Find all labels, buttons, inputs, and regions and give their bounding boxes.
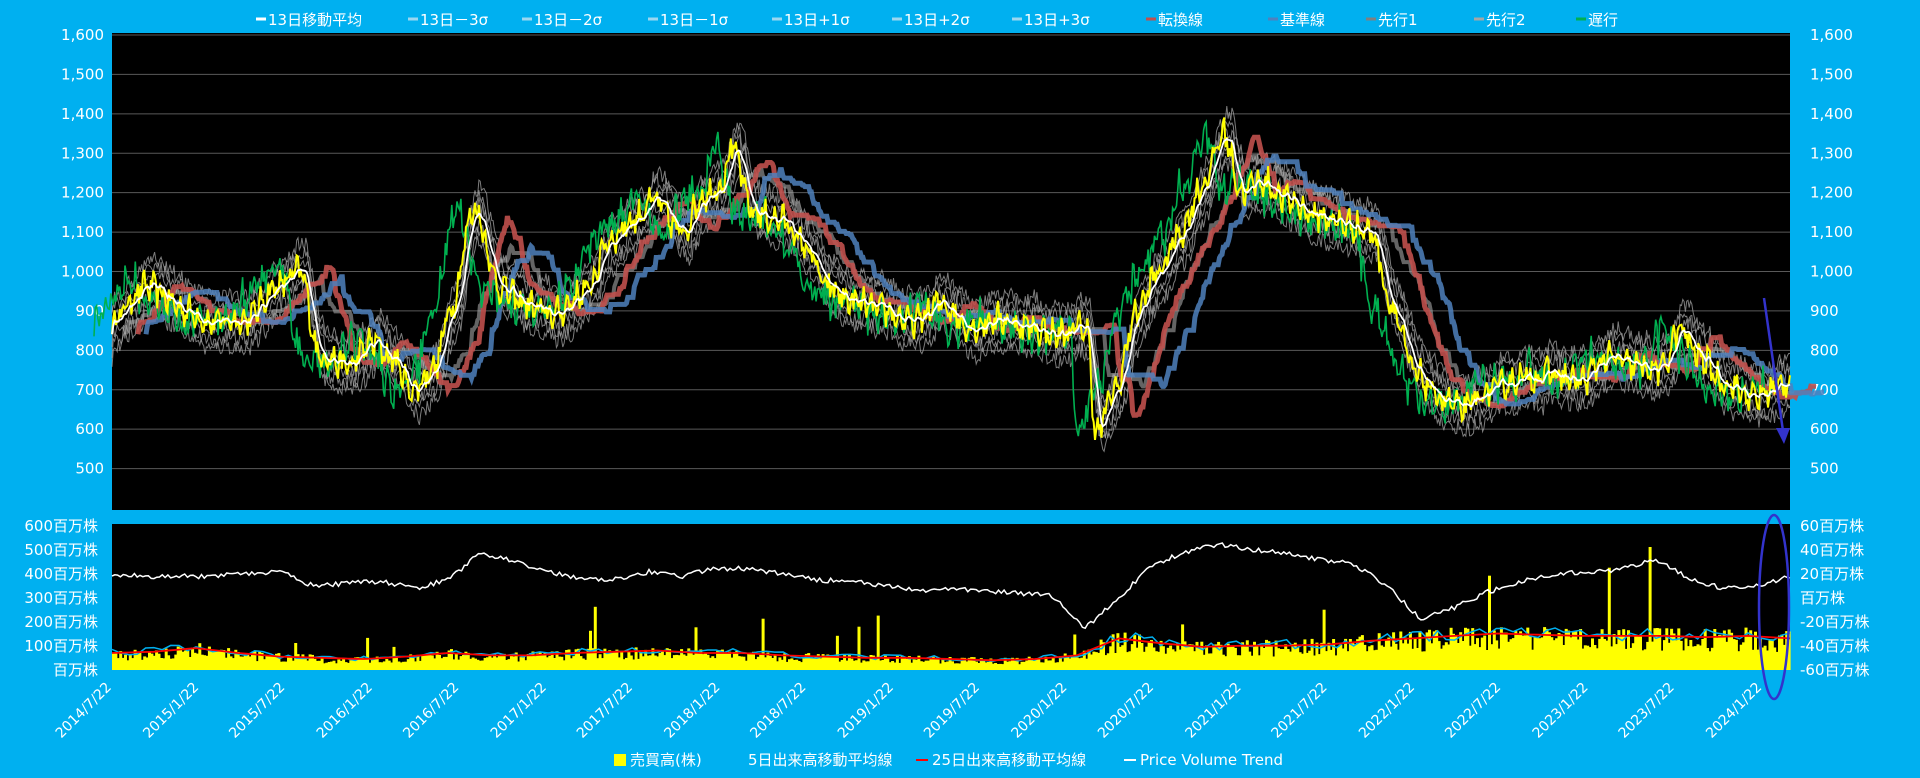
y-tick-right: 1,600 (1810, 26, 1853, 44)
price-y-axis-right: 1,600 1,500 1,400 1,300 1,200 1,100 1,000 900 80… (1810, 26, 1853, 478)
y-tick-right: 500 (1810, 460, 1839, 478)
volume-tick-right: -40百万株 (1800, 637, 1870, 655)
volume-tick-right: 百万株 (1800, 589, 1845, 607)
x-tick: 2018/7/22 (747, 680, 809, 742)
legend-label-2: 13日－2σ (534, 11, 603, 29)
date-x-axis: 2014/7/22 2015/1/22 2015/7/22 2016/1/22 2016… (53, 680, 1766, 742)
legend-label-0: 13日移動平均 (268, 11, 362, 29)
price-y-axis-left: 1,6001,5001,4001,3001,2001,1001,00090080… (61, 26, 104, 478)
legend-label-1: 13日－3σ (420, 11, 489, 29)
y-tick-right: 800 (1810, 341, 1839, 359)
x-tick: 2019/7/22 (921, 680, 983, 742)
y-tick-left: 1,600 (61, 26, 104, 44)
y-tick-left: 1,300 (61, 144, 104, 162)
y-tick-left: 1,100 (61, 223, 104, 241)
x-tick: 2023/1/22 (1530, 680, 1592, 742)
y-tick-right: 1,000 (1810, 263, 1853, 281)
y-tick-left: 500 (75, 460, 104, 478)
volume-tick-left: 300百万株 (24, 589, 98, 607)
volume-tick-left: 100百万株 (24, 637, 98, 655)
y-tick-right: 1,500 (1810, 65, 1853, 83)
volume-tick-left: 200百万株 (24, 613, 98, 631)
x-tick: 2024/1/22 (1703, 680, 1765, 742)
volume-tick-left: 百万株 (53, 661, 98, 679)
legend-label-3: 13日－1σ (660, 11, 729, 29)
volume-tick-right: -20百万株 (1800, 613, 1870, 631)
x-tick: 2021/7/22 (1269, 680, 1331, 742)
x-tick: 2021/1/22 (1183, 680, 1245, 742)
y-tick-left: 1,000 (61, 263, 104, 281)
x-tick: 2015/1/22 (140, 680, 202, 742)
y-tick-right: 600 (1810, 420, 1839, 438)
volume-y-axis-left: 600百万株 500百万株 400百万株 300百万株 200百万株 100百万株百万株 (24, 517, 98, 679)
legend-swatch-volume (614, 754, 626, 766)
volume-legend-label-2: 25日出来高移動平均線 (932, 751, 1086, 769)
volume-legend-label-1: 5日出来高移動平均線 (748, 751, 893, 769)
volume-legend-label-0: 売買高(株) (630, 751, 702, 769)
y-tick-right: 1,300 (1810, 144, 1853, 162)
x-tick: 2014/7/22 (53, 680, 115, 742)
volume-tick-right: 60百万株 (1800, 517, 1864, 535)
legend-label-10: 先行2 (1486, 11, 1526, 29)
y-tick-right: 1,400 (1810, 105, 1853, 123)
volume-legend: 売買高(株) 5日出来高移動平均線 25日出来高移動平均線 Price Volume … (614, 751, 1283, 769)
y-tick-left: 1,500 (61, 65, 104, 83)
legend-label-4: 13日+1σ (784, 11, 850, 29)
x-tick: 2017/1/22 (488, 680, 550, 742)
y-tick-right: 1,100 (1810, 223, 1853, 241)
legend-label-5: 13日+2σ (904, 11, 970, 29)
legend-label-9: 先行1 (1378, 11, 1418, 29)
volume-tick-left: 600百万株 (24, 517, 98, 535)
x-tick: 2017/7/22 (574, 680, 636, 742)
volume-y-axis-right: 60百万株 40百万株 20百万株百万株 -20百万株 -40百万株 -60百万株 (1800, 517, 1870, 679)
x-tick: 2020/1/22 (1008, 680, 1070, 742)
x-tick: 2016/7/22 (400, 680, 462, 742)
x-tick: 2015/7/22 (226, 680, 288, 742)
legend-label-11: 遅行 (1588, 11, 1618, 29)
volume-tick-right: 40百万株 (1800, 541, 1864, 559)
ichimoku-chart: 13日移動平均 13日－3σ 13日－2σ 13日－1σ 13日+1σ 13日+2σ 13日… (24, 11, 1870, 769)
x-tick: 2023/7/22 (1616, 680, 1678, 742)
y-tick-left: 600 (75, 420, 104, 438)
volume-tick-left: 500百万株 (24, 541, 98, 559)
y-tick-right: 900 (1810, 302, 1839, 320)
legend-label-6: 13日+3σ (1024, 11, 1090, 29)
x-tick: 2022/1/22 (1356, 680, 1418, 742)
volume-tick-right: -60百万株 (1800, 661, 1870, 679)
y-tick-left: 1,400 (61, 105, 104, 123)
price-legend: 13日移動平均 13日－3σ 13日－2σ 13日－1σ 13日+1σ 13日+2σ 13日… (256, 11, 1618, 29)
legend-label-8: 基準線 (1280, 11, 1325, 29)
y-tick-right: 1,200 (1810, 184, 1853, 202)
volume-legend-label-3: Price Volume Trend (1140, 751, 1283, 769)
x-tick: 2019/1/22 (835, 680, 897, 742)
x-tick: 2016/1/22 (314, 680, 376, 742)
volume-tick-right: 20百万株 (1800, 565, 1864, 583)
x-tick: 2020/7/22 (1095, 680, 1157, 742)
y-tick-left: 700 (75, 381, 104, 399)
x-tick: 2022/7/22 (1442, 680, 1504, 742)
volume-tick-left: 400百万株 (24, 565, 98, 583)
legend-label-7: 転換線 (1158, 11, 1203, 29)
x-tick: 2018/1/22 (661, 680, 723, 742)
y-tick-left: 800 (75, 341, 104, 359)
y-tick-left: 1,200 (61, 184, 104, 202)
